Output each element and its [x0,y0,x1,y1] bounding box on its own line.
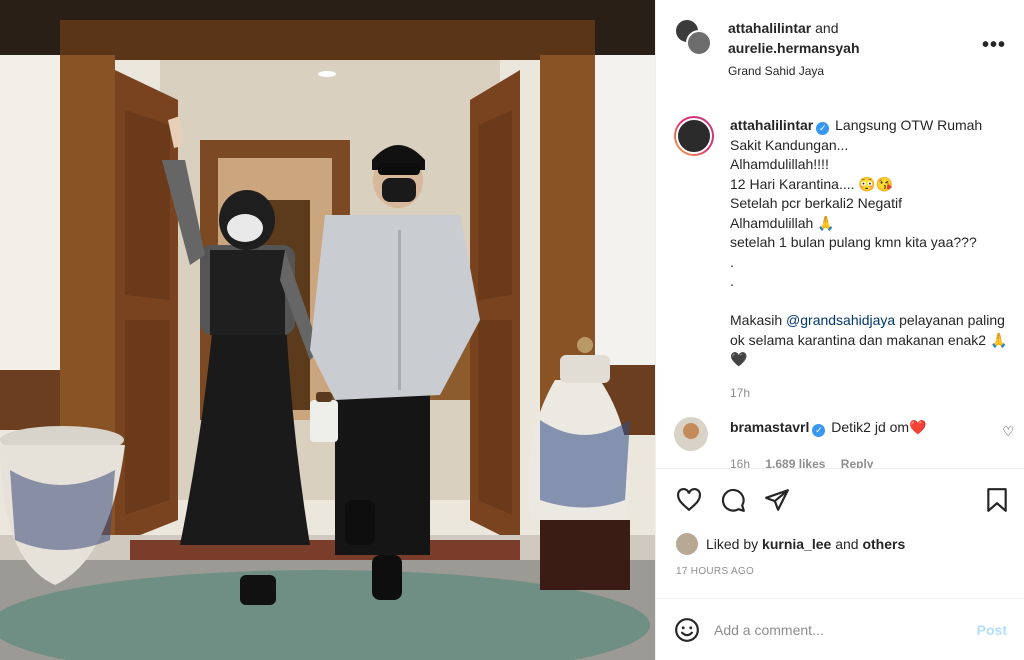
comment-icon[interactable] [720,487,746,513]
username-link[interactable]: aurelie.hermansyah [728,40,860,56]
verified-badge-icon: ✓ [816,122,830,135]
caption-line: Setelah pcr berkali2 Negatif [730,195,902,211]
post-header: attahalilintar and aurelie.hermansyah Gr… [656,0,1024,96]
caption-body: attahalilintar ✓ Langsung OTW Rumah Sakit… [730,116,1010,403]
likes-middle: and [835,536,859,552]
comment-text: Detik2 jd om❤️ [831,419,927,435]
likes-prefix: Liked by [706,536,759,552]
post-caption: attahalilintar ✓ Langsung OTW Rumah Sakit… [674,116,1019,403]
caption-line: . [730,253,734,270]
post-timestamp[interactable]: 17 HOURS AGO [676,566,754,577]
comment-body: bramastavrl ✓ Detik2 jd om❤️ 16h 1,689 li… [730,418,927,474]
post-actions [656,468,1024,532]
more-horizontal-icon[interactable]: ••• [982,34,1006,57]
add-comment-bar: Post [656,598,1024,660]
share-icon[interactable] [764,487,790,513]
and-text: and [815,20,839,36]
caption-text: Makasih [730,312,787,328]
avatar[interactable] [674,116,714,156]
add-comment-input[interactable] [714,621,977,638]
caption-line: Sakit Kandungan... [730,136,849,153]
avatar[interactable] [676,533,698,555]
bookmark-icon[interactable] [984,487,1010,513]
post-photo[interactable] [0,0,655,660]
liker-username[interactable]: kurnia_lee [762,536,831,552]
photo-illustration [0,0,655,660]
comment-item: bramastavrl ✓ Detik2 jd om❤️ 16h 1,689 li… [674,417,1014,474]
caption-line: Alhamdulillah 🙏 [730,214,835,231]
caption-line: . [730,273,734,289]
caption-line: setelah 1 bulan pulang kmn kita yaa??? [730,234,977,250]
verified-badge-icon: ✓ [812,424,826,437]
avatar[interactable] [674,417,708,451]
comment-username[interactable]: bramastavrl [730,419,809,435]
likes-others-link[interactable]: others [862,536,905,552]
caption-line: 12 Hari Karantina.... 😳😘 [730,175,894,192]
collab-avatars[interactable] [674,18,714,58]
header-text: attahalilintar and aurelie.hermansyah Gr… [728,18,860,78]
username-link[interactable]: attahalilintar [728,20,811,36]
smiley-icon[interactable] [674,617,700,643]
mention-link[interactable]: @grandsahidjaya [786,312,895,328]
post-side-panel: attahalilintar and aurelie.hermansyah Gr… [655,0,1024,660]
location-link[interactable]: Grand Sahid Jaya [728,64,860,78]
avatar[interactable] [686,30,712,56]
caption-line: Langsung OTW Rumah [835,117,983,133]
collab-usernames: attahalilintar and aurelie.hermansyah [728,18,860,58]
caption-time[interactable]: 17h [730,384,1010,404]
caption-line: Alhamdulillah!!!! [730,156,829,172]
likes-summary: Liked by kurnia_lee and others [676,533,905,555]
heart-icon[interactable] [676,487,702,513]
post-comment-button[interactable]: Post [977,622,1007,638]
heart-icon[interactable]: ♡ [1002,424,1014,440]
caption-username[interactable]: attahalilintar [730,117,813,133]
